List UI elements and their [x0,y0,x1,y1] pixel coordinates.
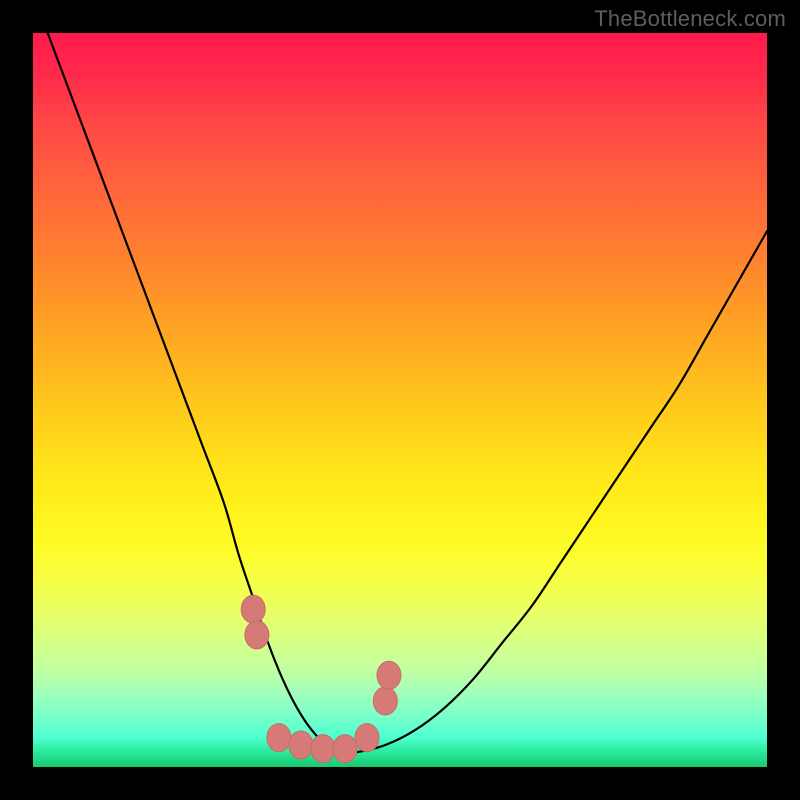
marker-point [377,661,401,689]
marker-point [333,735,357,763]
marker-point [245,621,269,649]
marker-point [373,687,397,715]
watermark-text: TheBottleneck.com [594,6,786,32]
marker-point [311,735,335,763]
chart-frame: TheBottleneck.com [0,0,800,800]
marker-point [355,724,379,752]
marker-point [241,595,265,623]
curve-markers [241,595,401,762]
marker-point [267,724,291,752]
plot-area [33,33,767,767]
marker-point [289,731,313,759]
bottleneck-curve [48,33,767,753]
curve-layer [33,33,767,767]
